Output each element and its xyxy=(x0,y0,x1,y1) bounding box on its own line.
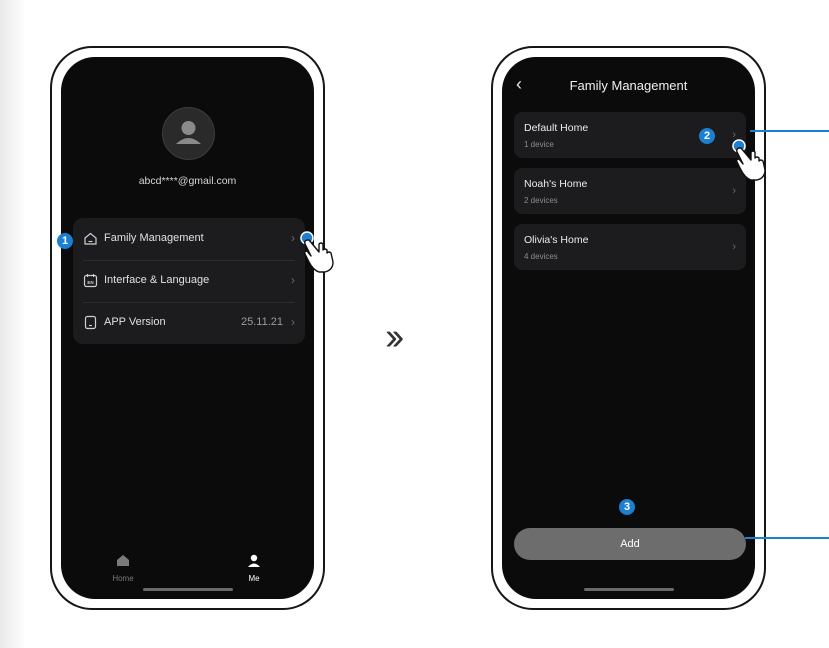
menu-item-label: APP Version xyxy=(104,316,166,328)
tab-me[interactable]: Me xyxy=(234,554,274,583)
me-screen: abcd****@gmail.com Family Management › E… xyxy=(61,57,314,599)
language-icon: EN xyxy=(83,274,98,288)
avatar[interactable] xyxy=(162,107,215,160)
tab-home[interactable]: Home xyxy=(103,554,143,583)
chevron-right-icon: › xyxy=(291,273,295,287)
user-tab-icon xyxy=(248,554,260,567)
home-name: Olivia's Home xyxy=(524,234,589,246)
menu-item-label: Interface & Language xyxy=(104,274,210,286)
pointer-hand-icon xyxy=(729,138,773,189)
home-name: Default Home xyxy=(524,122,589,134)
app-version-value: 25.11.21 xyxy=(240,316,283,328)
page-title: Family Management xyxy=(569,78,688,93)
home-item-noah[interactable]: Noah's Home 2 devices › xyxy=(514,168,746,214)
tab-label: Me xyxy=(248,574,260,583)
account-email: abcd****@gmail.com xyxy=(138,175,237,187)
callout-line xyxy=(745,537,829,539)
callout-line xyxy=(750,130,829,132)
nav-bar: ‹ Family Management xyxy=(502,57,755,105)
pointer-hand-icon xyxy=(297,228,341,279)
svg-text:EN: EN xyxy=(87,280,93,285)
family-management-screen: ‹ Family Management Default Home 1 devic… xyxy=(502,57,755,599)
chevron-right-icon: › xyxy=(732,241,736,253)
user-avatar-icon xyxy=(176,121,201,144)
home-name: Noah's Home xyxy=(524,178,588,190)
menu-item-family-management[interactable]: Family Management › xyxy=(73,218,305,260)
menu-item-label: Family Management xyxy=(104,232,204,244)
step-badge-3: 3 xyxy=(619,499,635,515)
chevron-right-icon: › xyxy=(291,231,295,245)
page-shade xyxy=(0,0,26,648)
home-tab-icon xyxy=(117,555,129,566)
home-device-count: 4 devices xyxy=(524,252,558,261)
settings-menu: Family Management › EN Interface & Langu… xyxy=(73,218,305,344)
home-icon xyxy=(84,232,97,245)
chevron-right-icon: › xyxy=(291,315,295,329)
home-item-olivia[interactable]: Olivia's Home 4 devices › xyxy=(514,224,746,270)
home-indicator xyxy=(142,588,233,591)
step-badge-1: 1 xyxy=(57,233,73,249)
step-badge-2: 2 xyxy=(699,128,715,144)
home-device-count: 2 devices xyxy=(524,196,558,205)
phone-icon xyxy=(84,315,97,330)
menu-item-app-version[interactable]: APP Version 25.11.21 › xyxy=(73,302,305,344)
next-arrow-icon: ›› xyxy=(385,316,404,358)
home-indicator xyxy=(583,588,674,591)
menu-item-interface-language[interactable]: EN Interface & Language › xyxy=(73,260,305,302)
home-device-count: 1 device xyxy=(524,140,554,149)
phone-me-screen: abcd****@gmail.com Family Management › E… xyxy=(50,46,325,610)
add-home-button[interactable]: Add xyxy=(514,528,746,560)
tab-label: Home xyxy=(112,574,134,583)
phone-family-management-screen: ‹ Family Management Default Home 1 devic… xyxy=(491,46,766,610)
